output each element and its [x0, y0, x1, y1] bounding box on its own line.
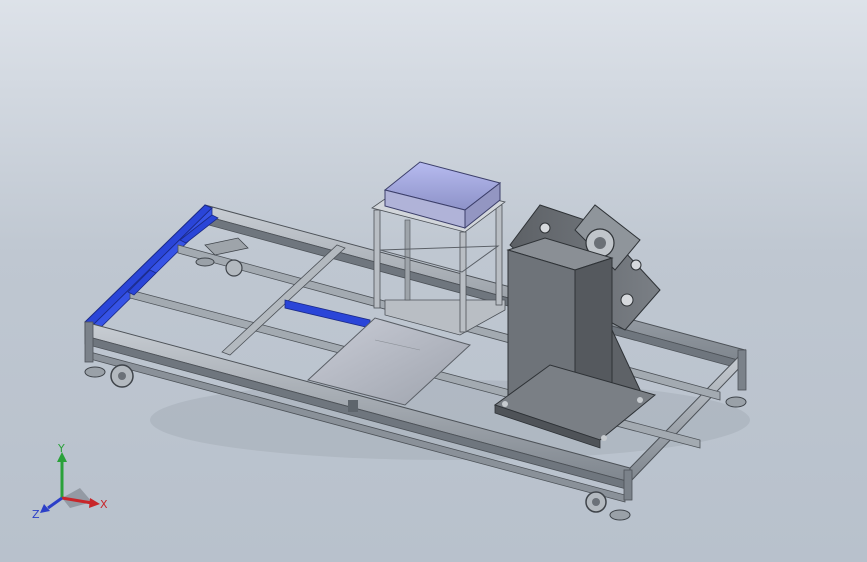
x-arrow-head [89, 498, 100, 508]
x-axis-label: X [100, 498, 108, 511]
z-axis-label: Z [32, 508, 40, 521]
z-axis-arrow [47, 496, 63, 510]
y-axis-label: Y [57, 442, 65, 455]
orientation-triad[interactable]: Y X Z [30, 440, 120, 530]
cad-viewport[interactable]: Y X Z [0, 0, 867, 562]
blue-cross-member [284, 299, 371, 329]
mount-bracket [204, 237, 249, 256]
assembly-model[interactable] [0, 0, 867, 562]
